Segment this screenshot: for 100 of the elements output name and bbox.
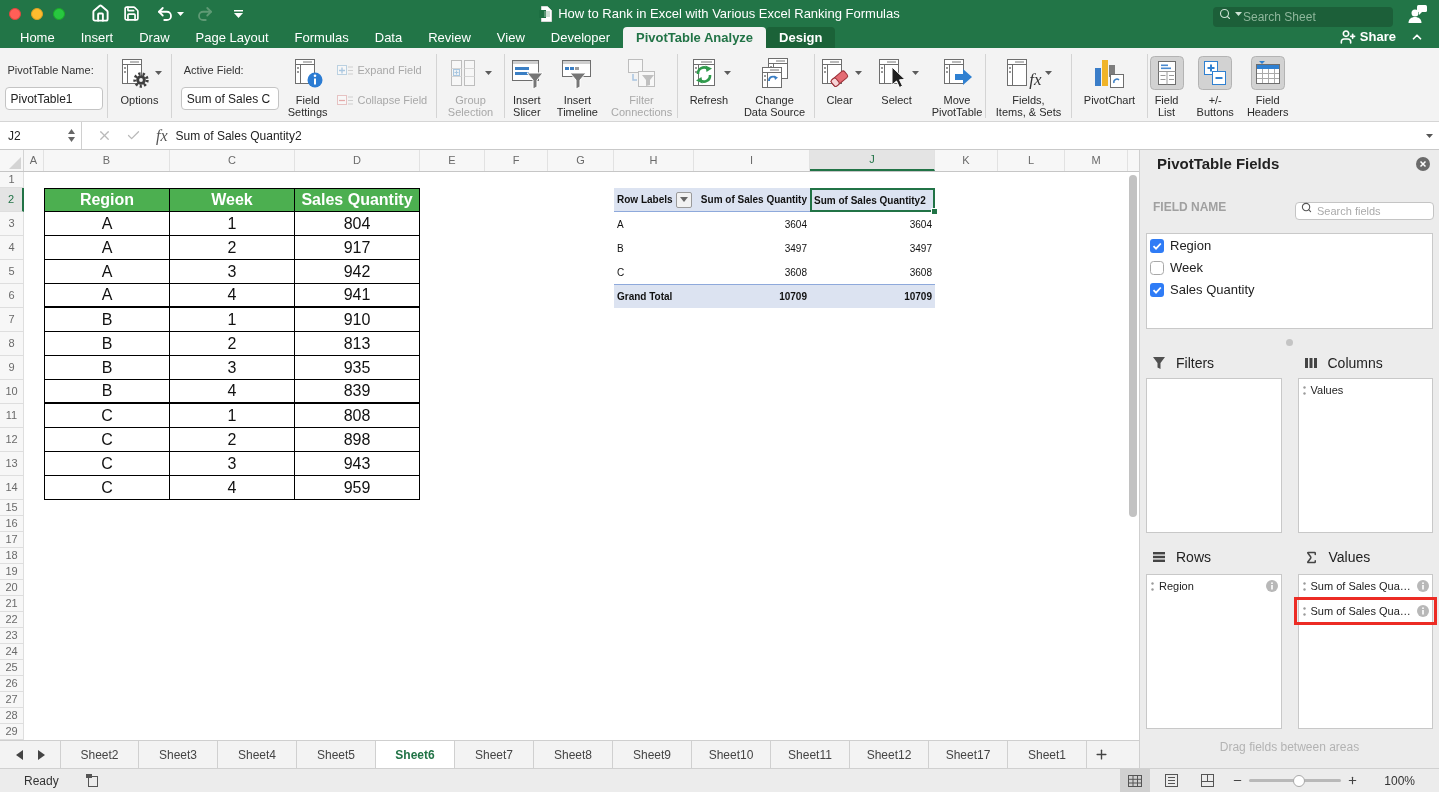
close-window-button[interactable] [9, 7, 21, 20]
column-header[interactable]: A [24, 150, 44, 171]
row-header[interactable]: 14 [0, 476, 24, 500]
scroll-left-icon[interactable] [15, 749, 23, 760]
column-header[interactable]: J [810, 150, 935, 171]
text-field[interactable]: PivotTable1 [4, 87, 103, 110]
info-icon[interactable] [1417, 605, 1429, 617]
search-field[interactable]: Search Sheet [1213, 6, 1393, 27]
save-icon[interactable] [123, 5, 140, 22]
search-field[interactable]: Search fields [1295, 201, 1434, 220]
minimize-window-button[interactable] [31, 7, 43, 20]
change-data-source-button[interactable]: Change Data Source [739, 54, 810, 118]
row-header[interactable]: 10 [0, 380, 24, 404]
insert-slicer-button[interactable]: Insert Slicer [505, 54, 548, 118]
drag-handle-icon[interactable] [1151, 581, 1154, 591]
name-box[interactable]: J2 [0, 122, 82, 149]
fill-handle[interactable] [931, 208, 938, 215]
column-header[interactable]: D [295, 150, 420, 171]
checkbox[interactable] [1150, 261, 1164, 275]
column-header[interactable]: G [548, 150, 614, 171]
row-header[interactable]: 23 [0, 628, 24, 644]
drag-handle-icon[interactable] [1302, 606, 1306, 616]
filter-dropdown-button[interactable] [676, 191, 692, 208]
row-header[interactable]: 13 [0, 452, 24, 476]
drag-handle-icon[interactable] [1302, 385, 1306, 395]
customize-toolbar-icon[interactable] [234, 9, 243, 18]
area-box[interactable]: Values [1297, 378, 1433, 533]
ribbon-tab[interactable]: Formulas [281, 27, 362, 48]
clear-button[interactable]: Clear [813, 54, 866, 106]
row-header[interactable]: 16 [0, 516, 24, 532]
ribbon-tab[interactable]: PivotTable Analyze [623, 27, 767, 48]
column-header[interactable]: E [420, 150, 485, 171]
plus-minus-buttons-button[interactable]: +/- Buttons [1192, 54, 1238, 118]
info-icon[interactable] [1417, 580, 1429, 592]
formula-field[interactable]: Sum of Sales Quantity2 [175, 122, 1423, 149]
ribbon-tab[interactable]: Page Layout [182, 27, 282, 48]
area-field-item[interactable]: Values [1298, 379, 1432, 401]
share-button[interactable]: Share [1339, 27, 1396, 48]
field-label[interactable]: Sales Quantity [1170, 280, 1255, 300]
area-field-item[interactable]: Region [1147, 575, 1281, 597]
ribbon-tab[interactable]: Review [415, 27, 484, 48]
stepper-icon[interactable] [68, 129, 75, 142]
zoom-in-icon[interactable] [1347, 775, 1359, 786]
ribbon-tab[interactable]: Home [7, 27, 68, 48]
pivotchart-button[interactable]: PivotChart [1079, 54, 1140, 106]
row-header[interactable]: 7 [0, 308, 24, 332]
row-header[interactable]: 15 [0, 500, 24, 516]
drag-handle-icon[interactable] [1302, 581, 1306, 591]
column-header[interactable]: M [1065, 150, 1128, 171]
row-header[interactable]: 9 [0, 356, 24, 380]
row-header[interactable]: 19 [0, 564, 24, 580]
move-pivottable-button[interactable]: Move PivotTable [927, 54, 987, 118]
field-headers-button[interactable]: Field Headers [1242, 54, 1293, 118]
row-header[interactable]: 17 [0, 532, 24, 548]
row-header[interactable]: 18 [0, 548, 24, 564]
insert-timeline-button[interactable]: Insert Timeline [552, 54, 602, 118]
row-header[interactable]: 4 [0, 236, 24, 260]
row-header[interactable]: 29 [0, 724, 24, 740]
scrollbar-thumb[interactable] [1129, 175, 1137, 517]
checkbox[interactable] [1150, 283, 1164, 297]
row-header[interactable]: 12 [0, 428, 24, 452]
text-field[interactable]: Sum of Sales C [180, 87, 279, 110]
row-header[interactable]: 1 [0, 172, 24, 188]
scroll-right-icon[interactable] [37, 749, 45, 760]
ribbon-tab[interactable]: View [483, 27, 538, 48]
info-icon[interactable] [1265, 580, 1278, 592]
fields-items-sets-button[interactable]: fx Fields, Items, & Sets [991, 54, 1066, 118]
select-button[interactable]: Select [870, 54, 923, 106]
ribbon-tab[interactable]: Draw [126, 27, 183, 48]
row-header[interactable]: 28 [0, 708, 24, 724]
row-header[interactable]: 26 [0, 676, 24, 692]
area-field-item[interactable]: Sum of Sales Qua… [1298, 575, 1432, 597]
row-header[interactable]: 24 [0, 644, 24, 660]
row-header[interactable]: 22 [0, 612, 24, 628]
ribbon-tab[interactable]: Design [766, 27, 836, 48]
cancel-icon[interactable] [97, 128, 112, 143]
undo-icon[interactable] [156, 4, 174, 23]
checkbox[interactable] [1150, 239, 1164, 253]
person-bubble-icon[interactable] [1408, 3, 1428, 24]
row-header[interactable]: 25 [0, 660, 24, 676]
field-label[interactable]: Week [1170, 258, 1203, 278]
macro-icon[interactable] [85, 774, 99, 787]
insert-function-button[interactable]: fx [156, 123, 168, 148]
zoom-window-button[interactable] [53, 7, 65, 20]
row-header[interactable]: 8 [0, 332, 24, 356]
splitter-handle[interactable] [1286, 339, 1293, 346]
row-header[interactable]: 6 [0, 284, 24, 308]
field-label[interactable]: Region [1170, 236, 1212, 256]
column-header[interactable]: B [44, 150, 170, 171]
ribbon-tab[interactable]: Insert [67, 27, 127, 48]
column-header[interactable]: H [614, 150, 694, 171]
column-header[interactable]: F [485, 150, 548, 171]
row-header[interactable]: 21 [0, 596, 24, 612]
sheet-tab[interactable]: Sheet6 [376, 741, 455, 768]
column-header[interactable]: K [935, 150, 998, 171]
close-icon[interactable] [1416, 157, 1430, 171]
view-button[interactable] [1120, 769, 1151, 792]
row-header[interactable]: 3 [0, 212, 24, 236]
row-header[interactable]: 5 [0, 260, 24, 284]
column-header[interactable]: C [170, 150, 295, 171]
